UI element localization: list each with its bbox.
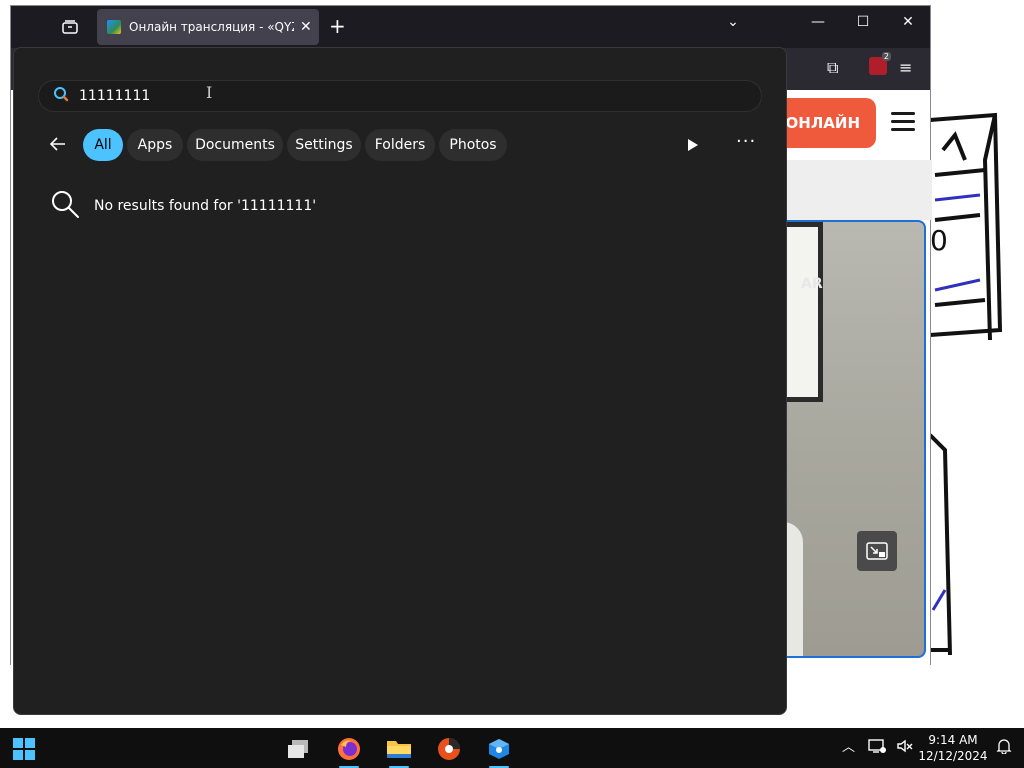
- ublock-origin-icon[interactable]: 2: [869, 52, 891, 75]
- clock-time: 9:14 AM: [928, 733, 978, 747]
- firefox-icon[interactable]: [327, 732, 371, 768]
- site-favicon-icon: [107, 20, 121, 34]
- network-icon[interactable]: [868, 738, 886, 758]
- search-input[interactable]: [79, 88, 679, 104]
- close-window-button[interactable]: ✕: [893, 14, 923, 30]
- firefox-view-icon[interactable]: [55, 13, 85, 41]
- browser-icon[interactable]: [427, 732, 471, 766]
- text-cursor-icon: I: [206, 83, 213, 102]
- video-brand-text: AR: [801, 276, 823, 292]
- page-banner: [771, 160, 932, 220]
- filter-folders[interactable]: Folders: [365, 129, 435, 161]
- search-box[interactable]: [38, 80, 762, 112]
- filter-settings[interactable]: Settings: [287, 129, 361, 161]
- clock-date: 12/12/2024: [918, 749, 988, 763]
- filter-documents[interactable]: Documents: [187, 129, 283, 161]
- tab-title: Онлайн трансляция - «QYZYL: [129, 20, 294, 34]
- filter-photos[interactable]: Photos: [439, 129, 507, 161]
- extensions-icon[interactable]: ⧉: [827, 58, 838, 78]
- svg-text:0: 0: [930, 224, 948, 257]
- hamburger-menu-icon[interactable]: [891, 112, 915, 136]
- start-icon[interactable]: [2, 732, 46, 766]
- windows-search-panel: I All Apps Documents Settings Folders Ph…: [13, 47, 787, 715]
- taskbar: ︿ 9:14 AM 12/12/2024: [0, 728, 1024, 768]
- more-options-icon[interactable]: ···: [736, 131, 756, 152]
- search-filter-row: All Apps Documents Settings Folders Phot…: [38, 129, 764, 161]
- tab-close-icon[interactable]: ✕: [300, 19, 312, 35]
- no-results-message: No results found for '11111111': [50, 189, 316, 223]
- app-menu-icon[interactable]: ≡: [899, 58, 912, 77]
- ublock-badge-count: 2: [881, 52, 891, 61]
- maximize-button[interactable]: ☐: [848, 14, 878, 30]
- browser-tab-bar: Онлайн трансляция - «QYZYL ✕ + ⌄ — ☐ ✕: [11, 6, 930, 48]
- notifications-bell-icon[interactable]: [996, 738, 1012, 758]
- desktop-background-drawing: 0: [928, 112, 1003, 656]
- search-icon: [53, 86, 69, 106]
- list-all-tabs-icon[interactable]: ⌄: [718, 14, 748, 30]
- minimize-button[interactable]: —: [803, 14, 833, 30]
- new-tab-button[interactable]: +: [329, 14, 346, 38]
- back-arrow-icon[interactable]: [48, 134, 68, 158]
- clock[interactable]: 9:14 AM 12/12/2024: [918, 732, 988, 764]
- browser-tab[interactable]: Онлайн трансляция - «QYZYL ✕: [97, 9, 319, 45]
- filter-all[interactable]: All: [83, 129, 123, 161]
- search-icon: [50, 189, 80, 223]
- volume-muted-icon[interactable]: [896, 738, 914, 758]
- tray-overflow-chevron-icon[interactable]: ︿: [842, 736, 855, 755]
- task-view-icon[interactable]: [276, 732, 320, 766]
- filter-apps[interactable]: Apps: [127, 129, 183, 161]
- video-player[interactable]: AR: [771, 220, 926, 658]
- app-icon[interactable]: [477, 732, 521, 768]
- file-explorer-icon[interactable]: [377, 732, 421, 768]
- picture-in-picture-icon[interactable]: [857, 531, 897, 571]
- more-filters-play-icon[interactable]: [686, 137, 700, 157]
- no-results-text: No results found for '11111111': [94, 198, 317, 214]
